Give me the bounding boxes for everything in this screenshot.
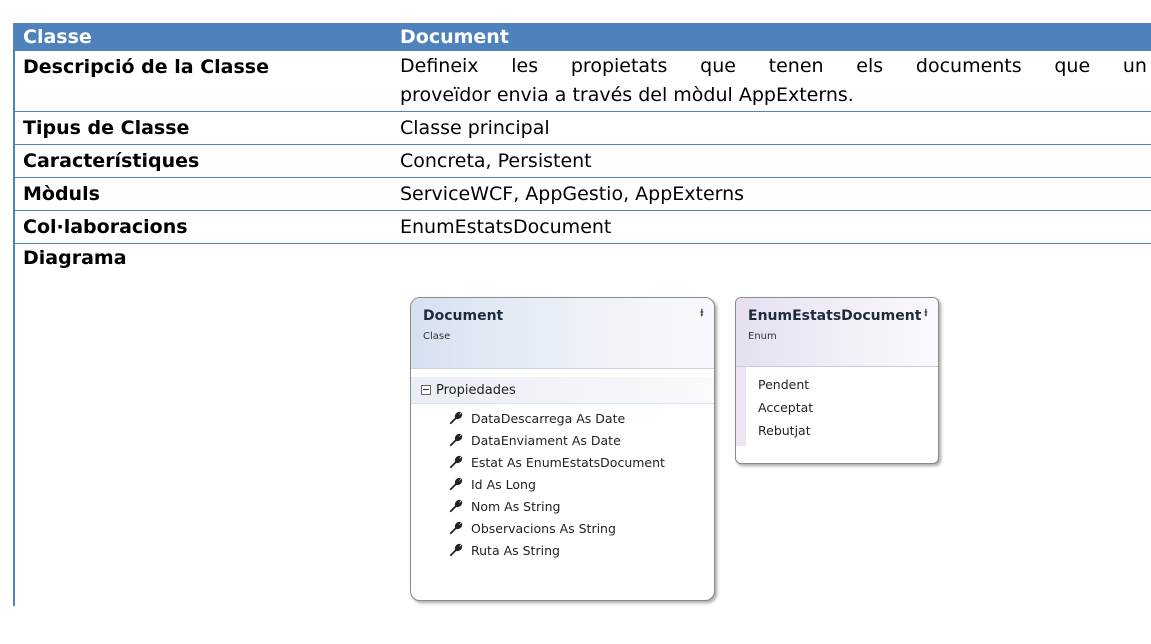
row-value: ServiceWCF, AppGestio, AppExterns [400,183,745,205]
property-item[interactable]: DataEnviament As Date [411,429,714,451]
row-label: Tipus de Classe [23,117,190,139]
wrench-icon [449,411,463,425]
class-kind: Clase [423,331,451,342]
property-item[interactable]: Observacions As String [411,517,714,539]
double-chevron-up-icon[interactable]: ⭽ [700,304,704,325]
properties-section-header[interactable]: Propiedades [411,377,714,404]
wrench-icon [449,455,463,469]
wrench-icon [449,477,463,491]
property-item[interactable]: Id As Long [411,473,714,495]
enum-name: EnumEstatsDocument [748,308,922,324]
properties-list: DataDescarrega As Date DataEnviament As … [411,404,714,561]
row-label: Col·laboracions [23,216,188,238]
enum-value[interactable]: Pendent [746,377,938,400]
row-value: EnumEstatsDocument [400,216,612,238]
word: un [1122,55,1147,77]
class-name: Document [423,308,504,324]
word: els [856,55,884,77]
header-col1: Classe [23,26,92,48]
description-line2: proveïdor envia a través del mòdul AppEx… [400,84,854,106]
wrench-icon [449,521,463,535]
row-modules: Mòduls ServiceWCF, AppGestio, AppExterns [15,178,1151,211]
row-label: Descripció de la Classe [23,56,269,78]
enum-values-list: Pendent Acceptat Rebutjat [736,367,938,446]
wrench-icon [449,543,463,557]
row-label: Característiques [23,150,200,172]
enum-kind: Enum [748,331,777,342]
description-line1: Defineix les propietats que tenen els do… [400,52,1147,81]
word: Defineix [400,55,479,77]
row-value: Defineix les propietats que tenen els do… [400,51,1151,111]
section-label: Propiedades [436,382,516,398]
table-header-row: Classe Document [15,23,1151,51]
row-description: Descripció de la Classe Defineix les pro… [15,51,1151,112]
property-label: Ruta As String [471,542,560,558]
class-box-document[interactable]: Document Clase ⭽ Propiedades DataDescarr… [410,297,715,601]
property-item[interactable]: Nom As String [411,495,714,517]
wrench-icon [449,433,463,447]
row-collaborations: Col·laboracions EnumEstatsDocument [15,211,1151,244]
row-value: Concreta, Persistent [400,150,592,172]
class-box-header: Document Clase ⭽ [411,298,714,369]
row-label: Mòduls [23,183,100,205]
word: documents [915,55,1022,77]
word: que [700,55,736,77]
word: les [511,55,539,77]
wrench-icon [449,499,463,513]
property-label: Nom As String [471,498,561,514]
enum-box-enumestatsdocument[interactable]: EnumEstatsDocument Enum ⭽ Pendent Accept… [735,297,939,464]
row-label: Diagrama [23,247,127,269]
enum-value[interactable]: Acceptat [746,400,938,423]
property-item[interactable]: DataDescarrega As Date [411,407,714,429]
word: tenen [768,55,824,77]
header-col2: Document [400,26,509,48]
word: que [1054,55,1091,77]
property-label: DataEnviament As Date [471,432,621,448]
property-label: Observacions As String [471,520,616,536]
double-chevron-up-icon[interactable]: ⭽ [924,304,928,325]
row-class-type: Tipus de Classe Classe principal [15,112,1151,145]
property-label: DataDescarrega As Date [471,410,626,426]
property-item[interactable]: Ruta As String [411,539,714,561]
property-item[interactable]: Estat As EnumEstatsDocument [411,451,714,473]
property-label: Id As Long [471,476,536,492]
row-value: Classe principal [400,117,550,139]
row-characteristics: Característiques Concreta, Persistent [15,145,1151,178]
collapse-minus-icon[interactable] [421,385,431,395]
property-label: Estat As EnumEstatsDocument [471,454,665,470]
word: propietats [570,55,668,77]
enum-box-header: EnumEstatsDocument Enum ⭽ [736,298,938,367]
enum-value[interactable]: Rebutjat [746,423,938,446]
